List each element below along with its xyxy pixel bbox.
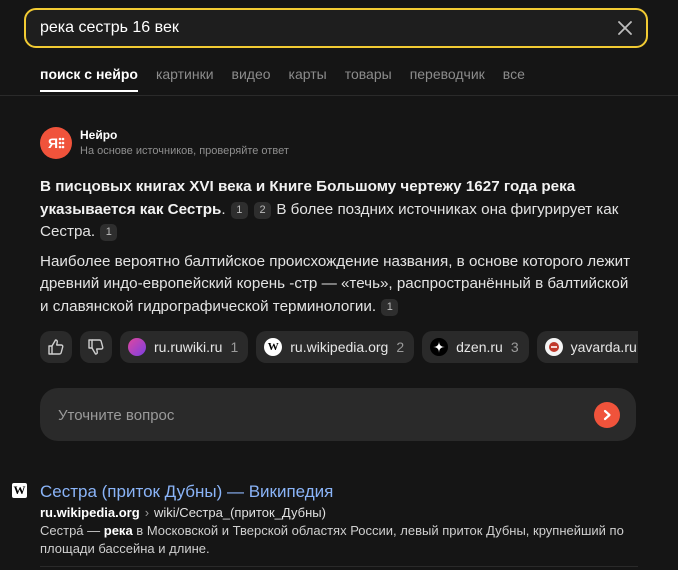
close-icon bbox=[618, 21, 632, 35]
neuro-subtitle: На основе источников, проверяйте ответ bbox=[80, 145, 289, 157]
sources-row: ru.ruwiki.ru 1 W ru.wikipedia.org 2 dzen… bbox=[40, 331, 638, 363]
search-input[interactable] bbox=[40, 10, 600, 46]
wikipedia-icon: W bbox=[12, 483, 27, 498]
tab-all[interactable]: все bbox=[503, 66, 525, 92]
answer-paragraph-2: Наиболее вероятно балтийское происхожден… bbox=[40, 251, 640, 319]
answer-paragraph-1: В писцовых книгах XVI века и Книге Больш… bbox=[40, 176, 640, 244]
tab-images[interactable]: картинки bbox=[156, 66, 214, 92]
citation-ref[interactable]: 1 bbox=[230, 201, 248, 219]
source-chip-wikipedia[interactable]: W ru.wikipedia.org 2 bbox=[256, 331, 415, 363]
clear-search-button[interactable] bbox=[614, 17, 636, 39]
result-divider bbox=[40, 566, 638, 567]
answer-dot: . bbox=[221, 200, 226, 218]
tabs-divider bbox=[0, 95, 678, 96]
send-button[interactable] bbox=[594, 402, 620, 428]
snippet-text: Сестра́ — bbox=[40, 523, 104, 538]
source-name: dzen.ru bbox=[456, 339, 503, 355]
source-name: yavarda.ru bbox=[570, 339, 637, 355]
source-count: 1 bbox=[230, 339, 239, 355]
search-box[interactable] bbox=[24, 8, 648, 48]
result-domain: ru.wikipedia.org bbox=[40, 505, 140, 520]
snippet-highlight: река bbox=[103, 523, 133, 538]
source-name: ru.ruwiki.ru bbox=[154, 339, 223, 355]
answer-text: Наиболее вероятно балтийское происхожден… bbox=[40, 252, 631, 315]
tab-video[interactable]: видео bbox=[232, 66, 271, 92]
followup-box bbox=[40, 388, 636, 443]
tab-maps[interactable]: карты bbox=[289, 66, 327, 92]
source-chip-ruwiki[interactable]: ru.ruwiki.ru 1 bbox=[120, 331, 249, 363]
result-title-link[interactable]: Сестра (приток Дубны) — Википедия bbox=[40, 482, 333, 502]
result-snippet: Сестра́ — река в Московской и Тверской о… bbox=[40, 522, 640, 558]
result-url[interactable]: ru.wikipedia.org › wiki/Сестра_(приток_Дуб… bbox=[40, 505, 326, 520]
breadcrumb-separator: › bbox=[144, 505, 150, 520]
wikipedia-icon: W bbox=[264, 338, 283, 356]
neuro-title: Нейро bbox=[80, 128, 118, 142]
followup-input[interactable] bbox=[56, 388, 580, 443]
source-chip-yavarda[interactable]: yavarda.ru bbox=[536, 331, 638, 363]
citation-ref[interactable]: 1 bbox=[381, 298, 399, 316]
dislike-button[interactable] bbox=[80, 331, 112, 363]
tab-neuro[interactable]: поиск с нейро bbox=[40, 66, 138, 92]
thumbs-up-icon bbox=[48, 339, 64, 355]
svg-text:Я: Я bbox=[48, 135, 58, 151]
source-chip-dzen[interactable]: dzen.ru 3 bbox=[422, 331, 529, 363]
tab-translator[interactable]: переводчик bbox=[410, 66, 485, 92]
source-name: ru.wikipedia.org bbox=[290, 339, 389, 355]
dzen-icon bbox=[430, 338, 449, 356]
search-tabs: поиск с нейро картинки видео карты товар… bbox=[40, 66, 543, 92]
result-path: wiki/Сестра_(приток_Дубны) bbox=[154, 505, 326, 520]
tab-products[interactable]: товары bbox=[345, 66, 392, 92]
thumbs-down-icon bbox=[88, 339, 104, 355]
ruwiki-icon bbox=[128, 338, 146, 356]
neuro-answer: В писцовых книгах XVI века и Книге Больш… bbox=[40, 176, 640, 325]
neuro-logo: Я bbox=[40, 127, 72, 159]
citation-ref[interactable]: 2 bbox=[254, 201, 272, 219]
citation-ref[interactable]: 1 bbox=[100, 224, 118, 241]
yavarda-icon bbox=[544, 338, 563, 356]
like-button[interactable] bbox=[40, 331, 72, 363]
neuro-logo-icon: Я bbox=[48, 135, 65, 151]
source-count: 2 bbox=[396, 339, 405, 355]
source-count: 3 bbox=[510, 339, 519, 355]
chevron-right-icon bbox=[603, 409, 611, 421]
